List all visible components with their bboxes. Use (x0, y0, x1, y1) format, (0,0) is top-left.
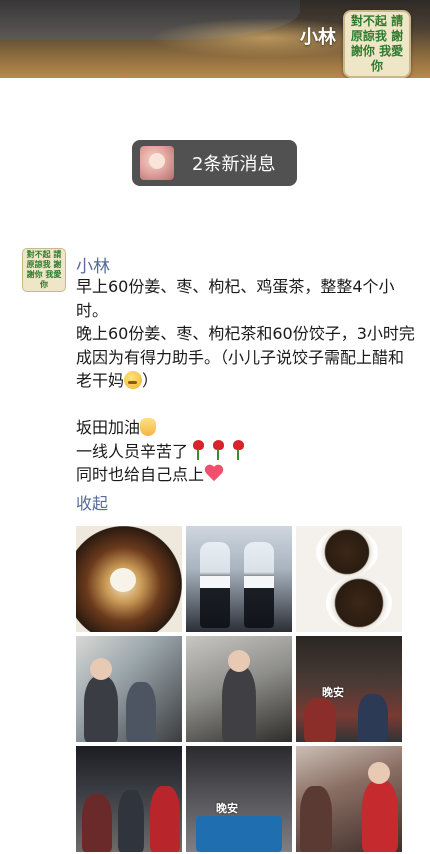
post-line-evening-close: ） (142, 371, 159, 390)
post-line-cheer-text: 坂田加油 (76, 418, 141, 437)
rose-icon (211, 439, 225, 460)
toast-avatar-thumbnail (140, 146, 174, 180)
post-line-morning: 早上60份姜、枣、枸杞、鸡蛋茶，整整4个小时。 (76, 277, 395, 320)
new-messages-label: 2条新消息 (192, 154, 276, 175)
person-shape (362, 780, 398, 852)
photo-night-crowd[interactable] (76, 746, 182, 852)
post-author-avatar[interactable]: 對不起 請原諒我 謝謝你 我愛你 (22, 248, 66, 292)
rose-icon (191, 439, 205, 460)
photo-kitchen-cooking[interactable] (76, 636, 182, 742)
post-line-thanks: 一线人员辛苦了 (76, 439, 416, 464)
post-line-self: 同时也给自己点上 (76, 463, 416, 487)
person-head (90, 658, 112, 680)
person-head (228, 650, 250, 672)
table-shape (196, 816, 282, 852)
photo-night-table[interactable]: 晚安 (186, 746, 292, 852)
photo-night-street[interactable]: 晚安 (296, 636, 402, 742)
header-avatar-text: 對不起 請原諒我 謝謝你 我愛你 (350, 14, 404, 73)
photo-grid: 晚安 晚安 (76, 526, 402, 852)
person-shape (300, 786, 332, 852)
cup-shape (316, 528, 378, 576)
person-shape (150, 786, 180, 852)
bottle-label (244, 576, 274, 588)
post-author-name[interactable]: 小林 (76, 252, 110, 277)
photo-tea-bowl[interactable] (76, 526, 182, 632)
person-shape (222, 666, 256, 742)
post-line-thanks-text: 一线人员辛苦了 (76, 441, 189, 461)
thinking-face-icon (124, 371, 143, 389)
collapse-link[interactable]: 收起 (76, 490, 108, 514)
post-avatar-text: 對不起 請原諒我 謝謝你 我愛你 (26, 250, 62, 289)
person-shape (304, 698, 336, 742)
header-avatar[interactable]: 對不起 請原諒我 謝謝你 我愛你 (343, 10, 411, 78)
person-shape (118, 790, 144, 852)
person-head (368, 762, 390, 784)
contact-name: 小林 (300, 27, 336, 48)
photo-tea-cups[interactable] (296, 526, 402, 632)
post-line-self-text: 同时也给自己点上 (76, 465, 205, 484)
photo-kitchen-pots[interactable] (186, 636, 292, 742)
person-shape (82, 794, 112, 852)
raised-hand-icon (140, 418, 157, 436)
photo-bottles[interactable] (186, 526, 292, 632)
photo-watermark: 晚安 (216, 802, 238, 815)
post-text: 早上60份姜、枣、枸杞、鸡蛋茶，整整4个小时。 晚上60份姜、枣、枸杞茶和60份… (76, 275, 416, 487)
photo-volunteers-serving[interactable] (296, 746, 402, 852)
bottle-label (200, 576, 230, 588)
post-line-cheer: 坂田加油 (76, 416, 416, 440)
rose-icon (231, 439, 245, 460)
person-shape (126, 682, 156, 742)
post-line-evening: 晚上60份姜、枣、枸杞茶和60份饺子，3小时完成因为有得力助手。（小儿子说饺子需… (76, 322, 416, 393)
profile-cover-header: 小林 對不起 請原諒我 謝謝你 我愛你 (0, 0, 430, 78)
new-messages-toast[interactable]: 2条新消息 (132, 140, 297, 186)
person-shape (358, 694, 388, 742)
heart-icon (204, 465, 224, 483)
person-shape (84, 676, 118, 742)
cup-shape (326, 576, 392, 630)
